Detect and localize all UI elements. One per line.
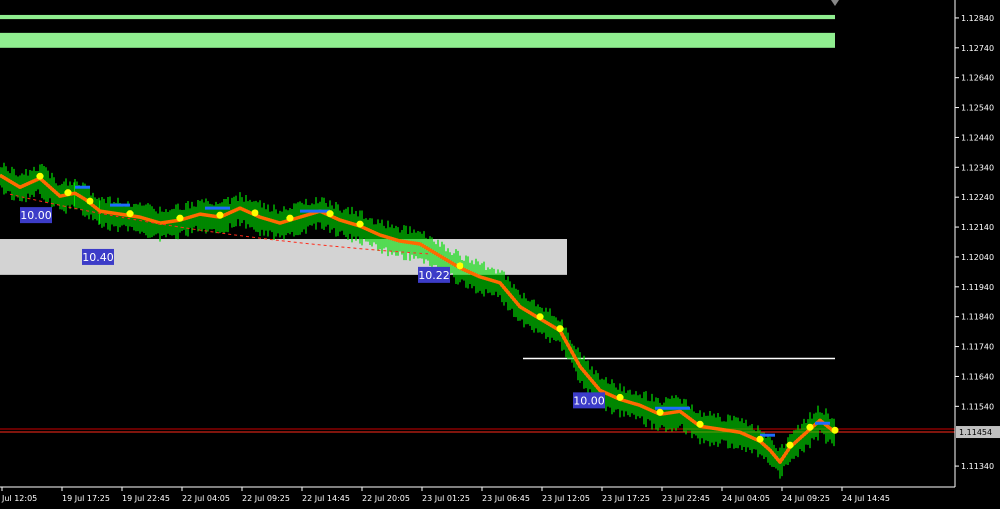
signal-dot: [556, 325, 564, 333]
zone-rect: [0, 32, 835, 48]
price-tick-label: 1.11740: [961, 343, 994, 352]
price-tick-label: 1.12240: [961, 193, 994, 202]
price-tick-label: 1.12440: [961, 133, 994, 142]
marker-label: 10.22: [418, 269, 450, 282]
price-tick-label: 1.12540: [961, 104, 994, 113]
time-tick-label: Jul 12:05: [1, 494, 37, 503]
time-tick-label: 23 Jul 12:05: [542, 494, 590, 503]
marker-label: 10.00: [20, 209, 52, 222]
price-tick-label: 1.12040: [961, 253, 994, 262]
signal-dot: [286, 214, 294, 222]
chart[interactable]: 10.00 10.40 10.22 10.00 1.12840 1.12740 1.126…: [0, 0, 1000, 509]
time-tick-label: 23 Jul 17:25: [602, 494, 650, 503]
price-tick-label: 1.12340: [961, 163, 994, 172]
price-candles: [0, 162, 835, 479]
price-tick-label: 1.12640: [961, 74, 994, 83]
price-tick-label: 1.12140: [961, 223, 994, 232]
price-tick-label: 1.11540: [961, 402, 994, 411]
signal-dot: [126, 210, 134, 218]
signal-dot: [326, 210, 334, 218]
time-tick-label: 22 Jul 20:05: [362, 494, 410, 503]
price-tick-label: 1.11340: [961, 462, 994, 471]
zone-rect: [0, 14, 835, 20]
time-tick-label: 22 Jul 04:05: [182, 494, 230, 503]
time-tick-label: 24 Jul 04:05: [722, 494, 770, 503]
price-tick-label: 1.12740: [961, 44, 994, 53]
signal-dot: [786, 441, 794, 449]
time-tick-label: 19 Jul 22:45: [122, 494, 170, 503]
price-tick-label: 1.12840: [961, 14, 994, 23]
shift-marker-icon: [831, 0, 839, 6]
signal-dot: [36, 172, 44, 180]
markers-layer: 10.00 10.40 10.22 10.00: [20, 207, 605, 409]
time-tick-label: 24 Jul 14:45: [842, 494, 890, 503]
time-tick-label: 23 Jul 22:45: [662, 494, 710, 503]
time-tick-label: 24 Jul 09:25: [782, 494, 830, 503]
signal-dot: [216, 211, 224, 219]
time-tick-label: 23 Jul 01:25: [422, 494, 470, 503]
time-tick-label: 23 Jul 06:45: [482, 494, 530, 503]
signal-dot: [64, 189, 72, 197]
signal-dot: [756, 435, 764, 443]
marker-label: 10.40: [82, 251, 114, 264]
series-layer: [0, 162, 839, 479]
signal-dot: [656, 408, 664, 416]
signal-dot: [356, 220, 364, 228]
signal-dot: [176, 214, 184, 222]
price-tick-label: 1.11840: [961, 313, 994, 322]
price-tick-label: 1.11640: [961, 372, 994, 381]
chart-canvas[interactable]: 10.00 10.40 10.22 10.00 1.12840 1.12740 1.126…: [0, 0, 1000, 509]
marker-label: 10.00: [573, 394, 605, 407]
time-tick-label: 22 Jul 14:45: [302, 494, 350, 503]
time-tick-label: 22 Jul 09:25: [242, 494, 290, 503]
price-tick-label: 1.11940: [961, 283, 994, 292]
time-tick-label: 19 Jul 17:25: [62, 494, 110, 503]
signal-dot: [831, 426, 839, 434]
signal-dot: [806, 423, 814, 431]
signal-dot: [616, 393, 624, 401]
signal-dot: [251, 209, 259, 217]
current-price-label: 1.11454: [959, 428, 992, 437]
signal-dot: [86, 197, 94, 205]
signal-dot: [696, 420, 704, 428]
signal-dot: [456, 262, 464, 270]
signal-dot: [536, 313, 544, 321]
